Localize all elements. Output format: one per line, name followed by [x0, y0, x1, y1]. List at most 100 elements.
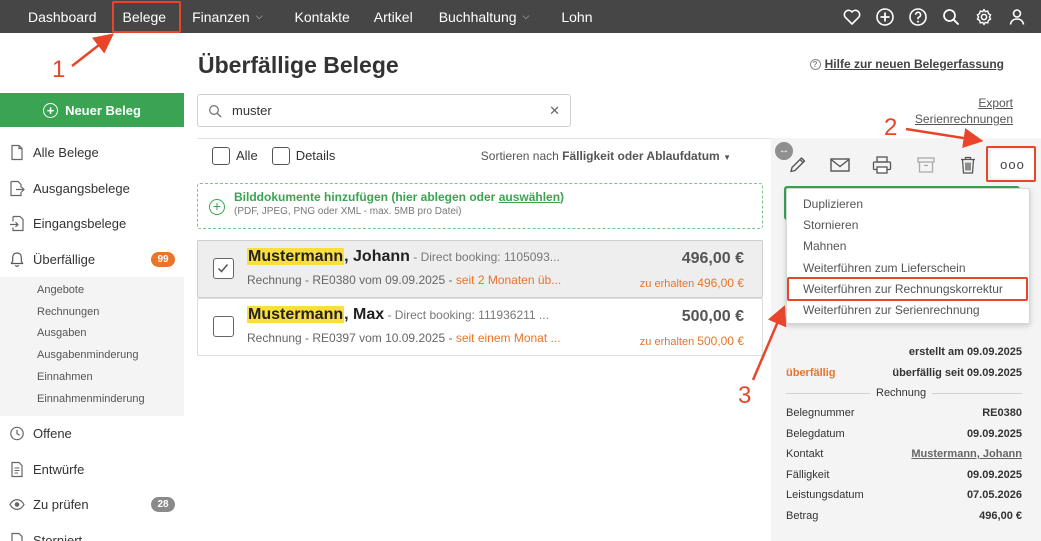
- help-icon[interactable]: [908, 7, 928, 27]
- overdue-since: überfällig seit 09.09.2025: [892, 367, 1022, 379]
- status-label: überfällig: [786, 367, 836, 379]
- field-value: RE0380: [982, 407, 1022, 419]
- sidebar-item-ueberfaellige[interactable]: Überfällige 99: [0, 241, 184, 277]
- nav-belege[interactable]: Belege: [111, 0, 181, 33]
- select-all-label: Alle: [236, 148, 258, 163]
- nav-artikel[interactable]: Artikel: [364, 0, 427, 33]
- document-icon: [11, 145, 23, 161]
- nav-dashboard[interactable]: Dashboard: [0, 0, 111, 33]
- menu-item-rechnungskorrektur[interactable]: Weiterführen zur Rechnungskorrektur: [787, 278, 1029, 299]
- trash-icon[interactable]: [957, 155, 979, 175]
- nav-finanzen[interactable]: Finanzen ⌵: [180, 0, 276, 33]
- field-label: Belegdatum: [786, 428, 845, 440]
- document-amount: 500,00 €: [681, 308, 744, 325]
- file-drop-zone[interactable]: + Bilddokumente hinzufügen (hier ablegen…: [197, 183, 763, 229]
- overdue-subitems: Angebote Rechnungen Ausgaben Ausgabenmin…: [0, 277, 184, 416]
- sidebar-group-overdue: Überfällige 99 Angebote Rechnungen Ausga…: [0, 241, 184, 416]
- field-label: Kontakt: [786, 448, 824, 460]
- sidebar-subitem-einnahmen[interactable]: Einnahmen: [0, 366, 184, 388]
- search-icon: [209, 104, 222, 117]
- field-value: 09.09.2025: [966, 428, 1022, 440]
- document-row[interactable]: Mustermann, Johann - Direct booking: 110…: [197, 240, 763, 298]
- menu-item-stornieren[interactable]: Stornieren: [787, 214, 1029, 235]
- document-details: Rechnung - RE0397 vom 10.09.2025 - seit …: [247, 331, 561, 345]
- clear-search-icon[interactable]: ✕: [549, 103, 560, 119]
- nav-lohn[interactable]: Lohn: [543, 0, 606, 33]
- sidebar-item-offene[interactable]: Offene: [0, 416, 184, 452]
- sidebar-subitem-angebote[interactable]: Angebote: [0, 279, 184, 301]
- new-document-button[interactable]: + Neuer Beleg: [0, 93, 184, 127]
- document-row[interactable]: Mustermann, Max - Direct booking: 111936…: [197, 298, 763, 356]
- print-icon[interactable]: [871, 155, 893, 175]
- sidebar-subitem-ausgaben[interactable]: Ausgaben: [0, 323, 184, 345]
- bell-icon: [10, 252, 24, 267]
- contact-link[interactable]: Mustermann, Johann: [911, 448, 1022, 460]
- sidebar-item-ausgangsbelege[interactable]: Ausgangsbelege: [0, 171, 184, 207]
- field-label: Betrag: [786, 510, 819, 522]
- more-options-menu: Duplizieren Stornieren Mahnen Weiterführ…: [786, 188, 1030, 324]
- sort-selector[interactable]: Sortieren nach Fälligkeit oder Ablaufdat…: [481, 149, 731, 163]
- document-contact: Mustermann, Johann - Direct booking: 110…: [247, 248, 560, 265]
- export-links: Export Serienrechnungen: [915, 95, 1013, 127]
- list-header: Alle Details Sortieren nach Fälligkeit o…: [197, 138, 771, 172]
- question-icon: ?: [809, 59, 821, 70]
- sidebar-item-entwuerfe[interactable]: Entwürfe: [0, 451, 184, 487]
- checkmark-icon: [217, 264, 229, 273]
- annotation-number-2: 2: [884, 114, 898, 141]
- menu-item-lieferschein[interactable]: Weiterführen zum Lieferschein: [787, 257, 1029, 278]
- sidebar-item-eingangsbelege[interactable]: Eingangsbelege: [0, 206, 184, 242]
- edit-pencil-icon[interactable]: [787, 155, 809, 175]
- top-navigation: Dashboard Belege Finanzen ⌵ Kontakte Arti…: [0, 0, 1041, 33]
- sidebar-subitem-ausgabenminderung[interactable]: Ausgabenminderung: [0, 344, 184, 366]
- plus-circle-icon[interactable]: [875, 7, 895, 27]
- review-count-badge: 28: [151, 496, 175, 512]
- export-link[interactable]: Export: [915, 95, 1013, 111]
- menu-item-mahnen[interactable]: Mahnen: [787, 236, 1029, 257]
- plus-circle-icon: +: [209, 199, 225, 215]
- sidebar-subitem-einnahmenminderung[interactable]: Einnahmenminderung: [0, 388, 184, 410]
- sidebar-subitem-rechnungen[interactable]: Rechnungen: [0, 301, 184, 323]
- outgoing-document-icon: [10, 180, 25, 196]
- heart-icon[interactable]: [842, 7, 862, 27]
- annotation-number-3: 3: [738, 382, 752, 409]
- draft-document-icon: [11, 461, 23, 477]
- gear-icon[interactable]: [974, 7, 994, 27]
- clock-icon: [10, 426, 24, 441]
- menu-item-serienrechnung[interactable]: Weiterführen zur Serienrechnung: [787, 299, 1029, 320]
- document-details: Rechnung - RE0380 vom 09.09.2025 - seit …: [247, 273, 562, 287]
- document-due: zu erhalten 500,00 €: [639, 334, 744, 348]
- menu-item-duplizieren[interactable]: Duplizieren: [787, 193, 1029, 214]
- nav-buchhaltung[interactable]: Buchhaltung ⌵: [427, 0, 544, 33]
- select-files-link[interactable]: auswählen: [499, 190, 560, 204]
- more-options-button[interactable]: ooo: [991, 150, 1034, 178]
- serienrechnungen-link[interactable]: Serienrechnungen: [915, 111, 1013, 127]
- search-input[interactable]: [232, 103, 550, 118]
- row-checkbox[interactable]: [213, 258, 234, 279]
- search-icon[interactable]: [941, 7, 961, 27]
- help-link[interactable]: ? Hilfe zur neuen Belegerfassung: [809, 57, 1004, 71]
- sidebar: + Neuer Beleg Alle Belege Ausgangsbelege…: [0, 33, 184, 541]
- nav-icon-group: [842, 0, 1027, 33]
- sidebar-list: Alle Belege Ausgangsbelege Eingangsbeleg…: [0, 135, 184, 541]
- field-value: 09.09.2025: [966, 469, 1022, 481]
- nav-kontakte[interactable]: Kontakte: [277, 0, 364, 33]
- row-checkbox[interactable]: [213, 316, 234, 337]
- annotation-number-1: 1: [52, 56, 66, 83]
- email-icon[interactable]: [829, 155, 851, 175]
- cancelled-document-icon: [11, 532, 23, 541]
- eye-icon: [9, 499, 25, 511]
- caret-down-icon: ▼: [723, 153, 731, 162]
- sidebar-item-zu-pruefen[interactable]: Zu prüfen 28: [0, 487, 184, 523]
- document-amount: 496,00 €: [681, 250, 744, 267]
- sidebar-item-alle-belege[interactable]: Alle Belege: [0, 135, 184, 171]
- user-icon[interactable]: [1007, 7, 1027, 27]
- drop-zone-hint: (PDF, JPEG, PNG oder XML - max. 5MB pro …: [234, 206, 462, 217]
- details-checkbox[interactable]: [271, 146, 290, 165]
- select-all-checkbox[interactable]: [212, 146, 230, 165]
- created-date: erstellt am 09.09.2025: [908, 346, 1022, 358]
- section-title: Rechnung: [870, 387, 933, 399]
- archive-icon[interactable]: [915, 155, 937, 175]
- sidebar-item-storniert[interactable]: Storniert: [0, 522, 184, 541]
- document-contact: Mustermann, Max - Direct booking: 111936…: [247, 306, 549, 323]
- details-label: Details: [295, 148, 336, 163]
